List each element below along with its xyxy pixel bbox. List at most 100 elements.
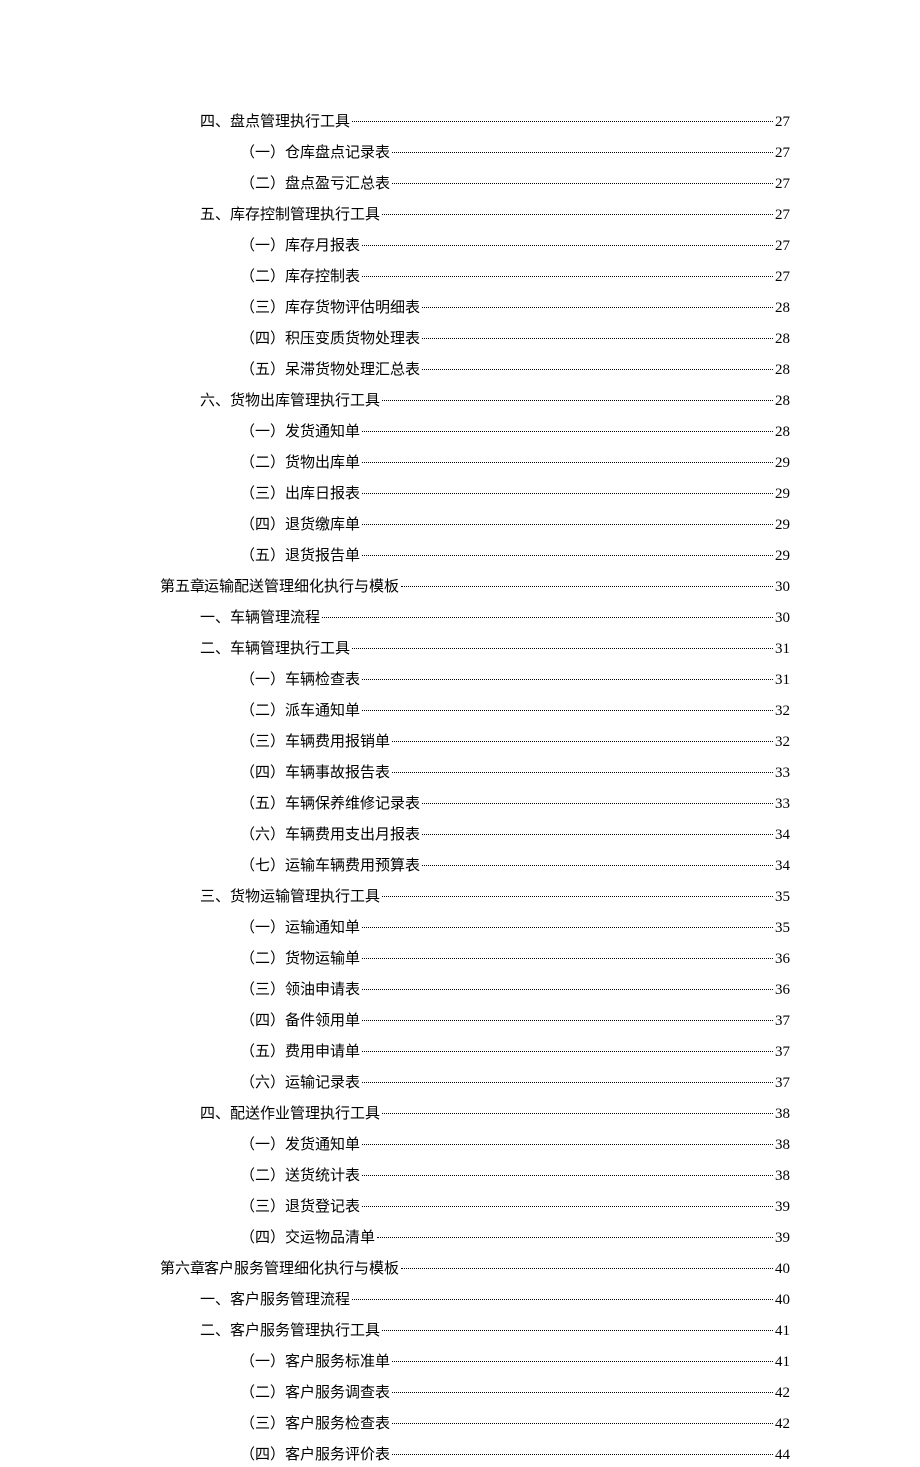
toc-page-number: 38 <box>775 1164 790 1188</box>
toc-entry: 第六章客户服务管理细化执行与模板40 <box>160 1257 790 1281</box>
toc-entry: （三）客户服务检查表42 <box>160 1412 790 1436</box>
toc-entry: （三）车辆费用报销单 32 <box>160 730 790 754</box>
toc-entry-text: （五）费用申请单 <box>240 1040 360 1064</box>
toc-leader-dots <box>392 772 773 773</box>
toc-entry-text: 一、车辆管理流程 <box>200 606 320 630</box>
toc-page-number: 44 <box>775 1443 790 1467</box>
toc-page-number: 28 <box>775 358 790 382</box>
toc-entry: 二、客户服务管理执行工具 41 <box>160 1319 790 1343</box>
toc-leader-dots <box>382 400 773 401</box>
toc-entry-text: （三）退货登记表 <box>240 1195 360 1219</box>
toc-entry-text: （一）运输通知单 <box>240 916 360 940</box>
toc-leader-dots <box>422 338 773 339</box>
toc-leader-dots <box>362 524 773 525</box>
toc-leader-dots <box>352 1299 773 1300</box>
toc-page-number: 29 <box>775 482 790 506</box>
toc-leader-dots <box>362 462 773 463</box>
toc-entry-text: （三）客户服务检查表 <box>240 1412 390 1436</box>
toc-page-number: 28 <box>775 296 790 320</box>
toc-entry: （五）退货报告单29 <box>160 544 790 568</box>
toc-entry-text: （二）库存控制表 <box>240 265 360 289</box>
toc-leader-dots <box>362 493 773 494</box>
toc-entry: 六、货物出库管理执行工具 28 <box>160 389 790 413</box>
toc-page-number: 37 <box>775 1009 790 1033</box>
toc-leader-dots <box>422 803 773 804</box>
toc-page-number: 32 <box>775 730 790 754</box>
toc-page-number: 35 <box>775 916 790 940</box>
toc-leader-dots <box>362 1051 773 1052</box>
toc-entry: （三）库存货物评估明细表28 <box>160 296 790 320</box>
toc-entry-text: （六）车辆费用支出月报表 <box>240 823 420 847</box>
toc-page-number: 27 <box>775 172 790 196</box>
toc-page-number: 30 <box>775 575 790 599</box>
toc-leader-dots <box>392 183 773 184</box>
toc-entry-text: （二）货物出库单 <box>240 451 360 475</box>
toc-page-number: 28 <box>775 327 790 351</box>
toc-entry-text: （三）领油申请表 <box>240 978 360 1002</box>
toc-page-number: 29 <box>775 544 790 568</box>
toc-page-number: 40 <box>775 1257 790 1281</box>
toc-entry: （五）呆滞货物处理汇总表 28 <box>160 358 790 382</box>
toc-page-number: 30 <box>775 606 790 630</box>
toc-page-number: 29 <box>775 451 790 475</box>
toc-entry: 第五章运输配送管理细化执行与模板 30 <box>160 575 790 599</box>
toc-entry-text: （一）车辆检查表 <box>240 668 360 692</box>
toc-entry: （一）发货通知单38 <box>160 1133 790 1157</box>
toc-entry-text: （六）运输记录表 <box>240 1071 360 1095</box>
toc-entry: （一）运输通知单 35 <box>160 916 790 940</box>
toc-entry: （四）车辆事故报告表33 <box>160 761 790 785</box>
toc-page-number: 27 <box>775 234 790 258</box>
toc-page-number: 28 <box>775 420 790 444</box>
toc-entry: （一）客户服务标准单41 <box>160 1350 790 1374</box>
toc-entry-text: （三）车辆费用报销单 <box>240 730 390 754</box>
toc-entry: （五）车辆保养维修记录表33 <box>160 792 790 816</box>
toc-entry: 二、车辆管理执行工具31 <box>160 637 790 661</box>
toc-entry: （六）车辆费用支出月报表34 <box>160 823 790 847</box>
toc-entry: 一、车辆管理流程 30 <box>160 606 790 630</box>
toc-entry-text: （一）发货通知单 <box>240 420 360 444</box>
toc-entry-text: （一）库存月报表 <box>240 234 360 258</box>
toc-chapter-label: 第五章 <box>160 575 204 599</box>
toc-entry-text: 三、货物运输管理执行工具 <box>200 885 380 909</box>
toc-leader-dots <box>352 121 773 122</box>
toc-leader-dots <box>392 152 773 153</box>
toc-page-number: 27 <box>775 203 790 227</box>
toc-entry: （四）积压变质货物处理表28 <box>160 327 790 351</box>
toc-entry-text: （二）客户服务调查表 <box>240 1381 390 1405</box>
toc-entry-text: 二、客户服务管理执行工具 <box>200 1319 380 1343</box>
toc-leader-dots <box>422 834 773 835</box>
toc-leader-dots <box>392 1392 773 1393</box>
toc-page-number: 32 <box>775 699 790 723</box>
toc-leader-dots <box>392 1423 773 1424</box>
toc-entry: （一）库存月报表 27 <box>160 234 790 258</box>
toc-page-number: 42 <box>775 1381 790 1405</box>
toc-entry-text: 五、库存控制管理执行工具 <box>200 203 380 227</box>
toc-leader-dots <box>392 1454 773 1455</box>
toc-leader-dots <box>322 617 773 618</box>
toc-leader-dots <box>382 1113 773 1114</box>
toc-leader-dots <box>392 741 773 742</box>
toc-leader-dots <box>422 307 773 308</box>
toc-entry-text: 运输配送管理细化执行与模板 <box>204 575 399 599</box>
toc-entry-text: 六、货物出库管理执行工具 <box>200 389 380 413</box>
toc-page-number: 27 <box>775 110 790 134</box>
toc-leader-dots <box>362 431 773 432</box>
toc-leader-dots <box>362 1144 773 1145</box>
toc-entry: （二）客户服务调查表 42 <box>160 1381 790 1405</box>
toc-leader-dots <box>401 586 773 587</box>
toc-leader-dots <box>362 1082 773 1083</box>
toc-page-number: 28 <box>775 389 790 413</box>
toc-page-number: 27 <box>775 265 790 289</box>
toc-page-number: 37 <box>775 1071 790 1095</box>
toc-page-number: 37 <box>775 1040 790 1064</box>
toc-entry-text: （五）呆滞货物处理汇总表 <box>240 358 420 382</box>
toc-entry: （五）费用申请单 37 <box>160 1040 790 1064</box>
toc-page-number: 38 <box>775 1133 790 1157</box>
toc-leader-dots <box>362 1020 773 1021</box>
toc-page-number: 41 <box>775 1319 790 1343</box>
toc-entry: （二）盘点盈亏汇总表27 <box>160 172 790 196</box>
toc-entry-text: （二）送货统计表 <box>240 1164 360 1188</box>
toc-leader-dots <box>362 927 773 928</box>
toc-page-number: 35 <box>775 885 790 909</box>
toc-entry-text: （七）运输车辆费用预算表 <box>240 854 420 878</box>
